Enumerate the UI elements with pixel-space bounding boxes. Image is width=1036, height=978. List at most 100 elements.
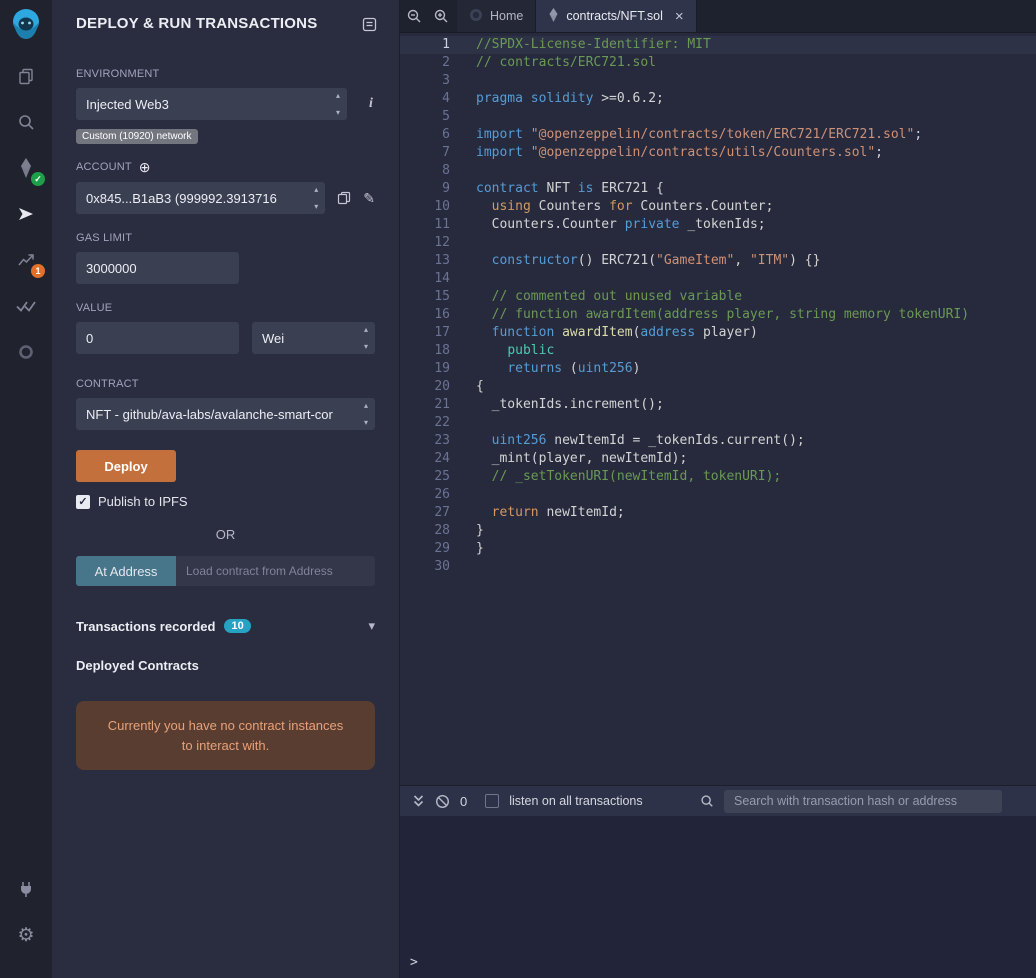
analysis-icon[interactable]: 1 bbox=[11, 245, 41, 275]
terminal-prompt: > bbox=[410, 955, 418, 970]
tab-nft-sol[interactable]: contracts/NFT.sol × bbox=[536, 0, 696, 32]
at-address-button[interactable]: At Address bbox=[76, 556, 176, 586]
account-select[interactable]: 0x845...B1aB3 (999992.3913716 bbox=[76, 182, 325, 214]
home-icon bbox=[469, 8, 483, 25]
code-line[interactable]: 5 bbox=[400, 108, 1036, 126]
code-line[interactable]: 16 // function awardItem(address player,… bbox=[400, 306, 1036, 324]
compile-success-badge: ✓ bbox=[31, 172, 45, 186]
code-line[interactable]: 25 // _setTokenURI(newItemId, tokenURI); bbox=[400, 468, 1036, 486]
search-icon[interactable] bbox=[11, 107, 41, 137]
network-badge: Custom (10920) network bbox=[76, 129, 198, 144]
account-label: ACCOUNT bbox=[76, 161, 132, 173]
transactions-recorded-label: Transactions recorded bbox=[76, 619, 215, 634]
tab-home-label: Home bbox=[490, 9, 523, 23]
code-line[interactable]: 15 // commented out unused variable bbox=[400, 288, 1036, 306]
file-explorer-icon[interactable] bbox=[11, 61, 41, 91]
solidity-compiler-icon[interactable]: ✓ bbox=[11, 153, 41, 183]
code-line[interactable]: 3 bbox=[400, 72, 1036, 90]
panel-title: DEPLOY & RUN TRANSACTIONS bbox=[76, 15, 317, 32]
contract-select[interactable]: NFT - github/ava-labs/avalanche-smart-co… bbox=[76, 398, 375, 430]
environment-select[interactable]: Injected Web3 bbox=[76, 88, 347, 120]
add-account-icon[interactable]: ⊕ bbox=[139, 160, 151, 174]
terminal-search-input[interactable] bbox=[724, 790, 1002, 813]
tab-home[interactable]: Home bbox=[457, 0, 536, 32]
code-line[interactable]: 19 returns (uint256) bbox=[400, 360, 1036, 378]
settings-icon[interactable]: ⚙ bbox=[11, 920, 41, 950]
copy-icon[interactable] bbox=[337, 191, 351, 205]
code-line[interactable]: 11 Counters.Counter private _tokenIds; bbox=[400, 216, 1036, 234]
code-line[interactable]: 2// contracts/ERC721.sol bbox=[400, 54, 1036, 72]
chevron-down-icon[interactable]: ▾ bbox=[368, 618, 375, 634]
plugin-manager-icon[interactable] bbox=[11, 874, 41, 904]
code-line[interactable]: 14 bbox=[400, 270, 1036, 288]
code-line[interactable]: 12 bbox=[400, 234, 1036, 252]
environment-value: Injected Web3 bbox=[86, 97, 169, 112]
terminal-toolbar: 0 listen on all transactions bbox=[400, 785, 1036, 816]
code-line[interactable]: 18 public bbox=[400, 342, 1036, 360]
account-value: 0x845...B1aB3 (999992.3913716 bbox=[86, 191, 277, 206]
code-line[interactable]: 30 bbox=[400, 558, 1036, 576]
editor-area: Home contracts/NFT.sol × 1//SPDX-License… bbox=[400, 0, 1036, 978]
no-instances-alert: Currently you have no contract instances… bbox=[76, 701, 375, 770]
code-line[interactable]: 20{ bbox=[400, 378, 1036, 396]
publish-ipfs-label: Publish to IPFS bbox=[98, 494, 188, 509]
solidity-file-icon bbox=[548, 8, 559, 25]
code-line[interactable]: 6import "@openzeppelin/contracts/token/E… bbox=[400, 126, 1036, 144]
tab-bar: Home contracts/NFT.sol × bbox=[400, 0, 1036, 33]
at-address-input[interactable] bbox=[176, 556, 375, 586]
expand-terminal-icon[interactable] bbox=[412, 794, 425, 808]
code-line[interactable]: 28} bbox=[400, 522, 1036, 540]
gas-limit-label: GAS LIMIT bbox=[76, 232, 375, 244]
gas-limit-input[interactable] bbox=[76, 252, 239, 284]
value-input[interactable] bbox=[76, 322, 239, 354]
code-line[interactable]: 10 using Counters for Counters.Counter; bbox=[400, 198, 1036, 216]
code-line[interactable]: 22 bbox=[400, 414, 1036, 432]
code-line[interactable]: 26 bbox=[400, 486, 1036, 504]
deployed-contracts-label: Deployed Contracts bbox=[76, 658, 375, 673]
publish-ipfs-checkbox[interactable] bbox=[76, 495, 90, 509]
analysis-badge: 1 bbox=[31, 264, 45, 278]
code-line[interactable]: 8 bbox=[400, 162, 1036, 180]
listen-transactions-label: listen on all transactions bbox=[509, 794, 642, 808]
terminal-search-icon bbox=[700, 794, 714, 808]
close-tab-icon[interactable]: × bbox=[675, 9, 684, 24]
unit-testing-icon[interactable] bbox=[11, 291, 41, 321]
info-icon[interactable]: i bbox=[369, 96, 373, 112]
code-line[interactable]: 29} bbox=[400, 540, 1036, 558]
value-unit: Wei bbox=[262, 331, 284, 346]
deploy-run-icon[interactable] bbox=[11, 199, 41, 229]
code-line[interactable]: 27 return newItemId; bbox=[400, 504, 1036, 522]
documentation-icon[interactable] bbox=[362, 17, 377, 32]
terminal-output[interactable]: > bbox=[400, 816, 1036, 978]
code-line[interactable]: 17 function awardItem(address player) bbox=[400, 324, 1036, 342]
edit-icon[interactable]: ✎ bbox=[363, 191, 375, 205]
code-line[interactable]: 7import "@openzeppelin/contracts/utils/C… bbox=[400, 144, 1036, 162]
deploy-run-panel: DEPLOY & RUN TRANSACTIONS ENVIRONMENT In… bbox=[52, 0, 400, 978]
code-line[interactable]: 9contract NFT is ERC721 { bbox=[400, 180, 1036, 198]
clear-console-icon[interactable] bbox=[435, 794, 450, 809]
remix-logo[interactable] bbox=[9, 8, 43, 45]
code-line[interactable]: 1//SPDX-License-Identifier: MIT bbox=[400, 36, 1036, 54]
code-line[interactable]: 13 constructor() ERC721("GameItem", "ITM… bbox=[400, 252, 1036, 270]
transactions-count-badge: 10 bbox=[224, 619, 250, 633]
remix-ide: ✓ 1 bbox=[0, 0, 1036, 978]
deploy-button[interactable]: Deploy bbox=[76, 450, 176, 482]
zoom-out-icon[interactable] bbox=[400, 0, 427, 32]
code-editor[interactable]: 1//SPDX-License-Identifier: MIT2// contr… bbox=[400, 33, 1036, 785]
value-unit-select[interactable]: Wei bbox=[252, 322, 375, 354]
contract-label: CONTRACT bbox=[76, 378, 375, 390]
contract-value: NFT - github/ava-labs/avalanche-smart-co… bbox=[86, 407, 333, 422]
listen-transactions-checkbox[interactable] bbox=[485, 794, 499, 808]
code-line[interactable]: 24 _mint(player, newItemId); bbox=[400, 450, 1036, 468]
transactions-recorded-row[interactable]: Transactions recorded 10 ▾ bbox=[76, 618, 375, 634]
zoom-in-icon[interactable] bbox=[427, 0, 454, 32]
code-line[interactable]: 4pragma solidity >=0.6.2; bbox=[400, 90, 1036, 108]
code-line[interactable]: 21 _tokenIds.increment(); bbox=[400, 396, 1036, 414]
code-line[interactable]: 23 uint256 newItemId = _tokenIds.current… bbox=[400, 432, 1036, 450]
environment-label: ENVIRONMENT bbox=[76, 68, 375, 80]
tab-file-label: contracts/NFT.sol bbox=[566, 9, 663, 23]
code-area: 1//SPDX-License-Identifier: MIT2// contr… bbox=[400, 36, 1036, 576]
debugger-icon[interactable] bbox=[11, 337, 41, 367]
icon-sidebar: ✓ 1 bbox=[0, 0, 52, 978]
pending-tx-count: 0 bbox=[460, 794, 467, 809]
